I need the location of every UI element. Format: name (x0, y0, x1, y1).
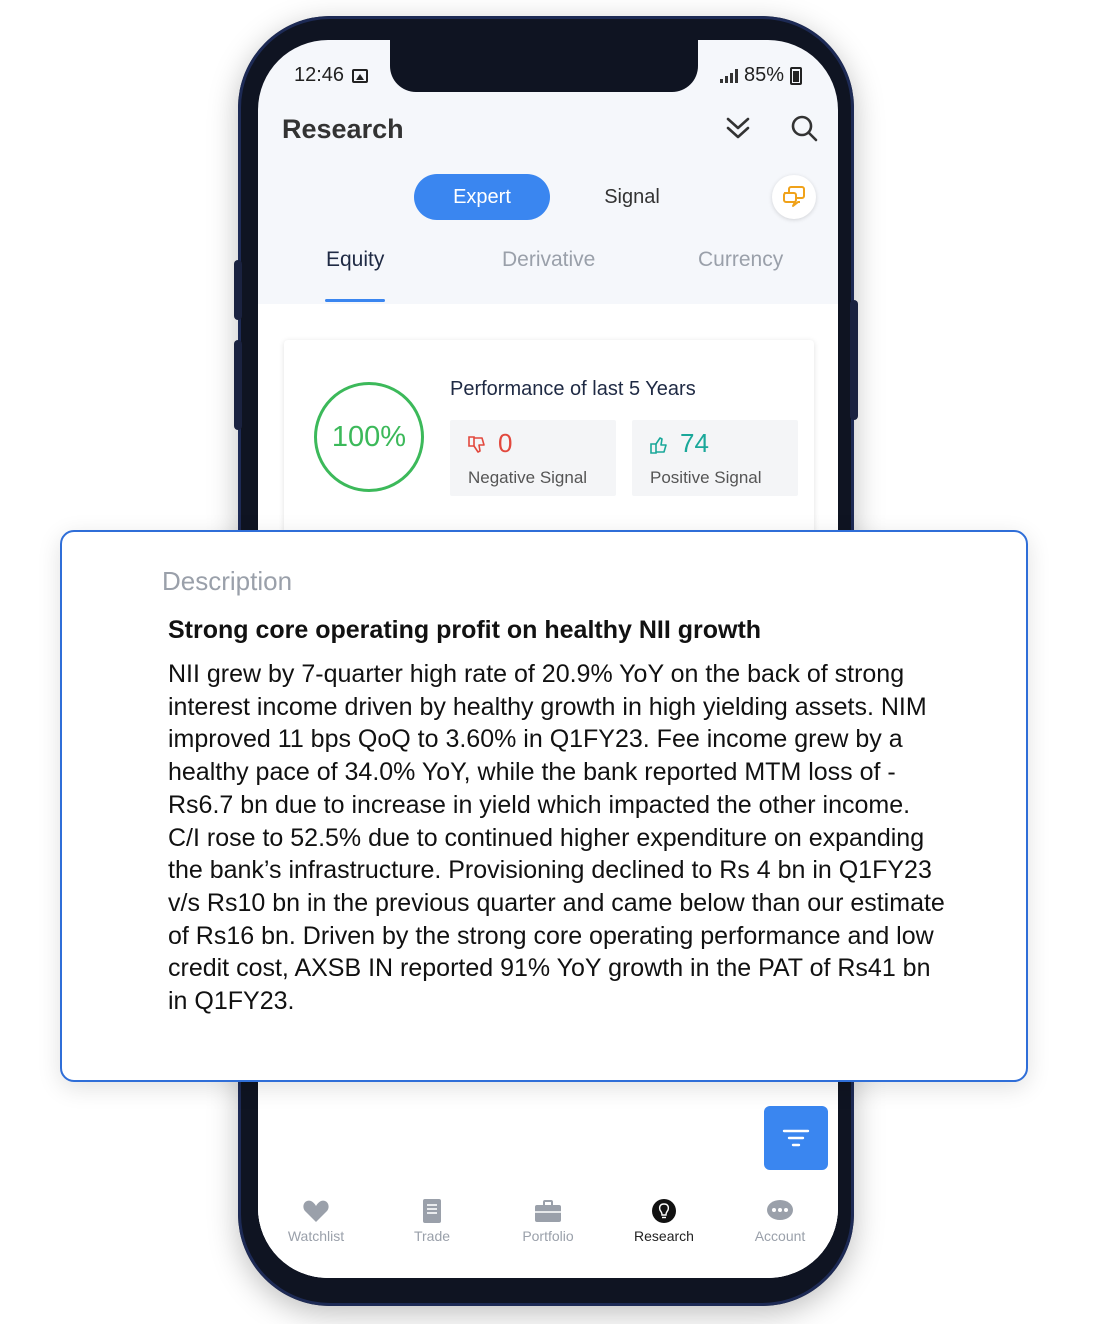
nav-trade-label: Trade (413, 1228, 451, 1244)
description-card: Description Strong core operating profit… (60, 530, 1028, 1082)
chat-icon (783, 186, 805, 207)
segment-expert[interactable]: Expert (414, 174, 550, 220)
battery-icon (790, 66, 802, 85)
double-chevron-down-icon[interactable] (722, 112, 754, 144)
description-heading: Strong core operating profit on healthy … (168, 616, 762, 644)
positive-signal-box[interactable]: 74 Positive Signal (632, 420, 798, 496)
app-header: Research (282, 110, 818, 150)
nav-account-label: Account (754, 1228, 806, 1244)
tab-equity[interactable]: Equity (326, 248, 384, 272)
negative-signal-label: Negative Signal (468, 468, 588, 487)
battery-percent: 85% (743, 64, 784, 86)
nav-trade[interactable]: Trade (382, 1198, 482, 1244)
page-title: Research (282, 114, 404, 144)
negative-signal-box[interactable]: 0 Negative Signal (450, 420, 616, 496)
chat-bubble-icon (767, 1200, 793, 1220)
filter-icon (782, 1129, 810, 1147)
performance-title: Performance of last 5 Years (450, 378, 696, 400)
negative-signal-count: 0 (498, 428, 513, 458)
nav-watchlist-label: Watchlist (287, 1228, 345, 1244)
filter-button[interactable] (764, 1106, 828, 1170)
thumbs-down-icon (468, 436, 485, 453)
bottom-navigation: Watchlist Trade Portfolio Research Accou… (258, 1182, 838, 1278)
positive-signal-label: Positive Signal (650, 468, 762, 487)
market-tabs: Equity Derivative Currency (258, 240, 838, 304)
segment-signal[interactable]: Signal (582, 174, 682, 220)
performance-card: 100% Performance of last 5 Years 0 Negat… (284, 340, 814, 540)
description-body: NII grew by 7-quarter high rate of 20.9%… (168, 660, 945, 1016)
nav-research-label: Research (634, 1228, 694, 1244)
chat-button[interactable] (772, 175, 816, 219)
side-button (234, 260, 242, 320)
description-label: Description (162, 566, 293, 596)
expert-signal-toggle: Expert Signal (414, 174, 714, 220)
heart-icon (303, 1200, 329, 1222)
thumbs-up-icon (650, 437, 667, 454)
nav-account[interactable]: Account (730, 1198, 830, 1244)
nav-portfolio[interactable]: Portfolio (498, 1198, 598, 1244)
briefcase-icon (535, 1200, 561, 1222)
active-tab-indicator (325, 299, 385, 302)
signal-strength-icon (719, 68, 738, 83)
status-time: 12:46 (294, 64, 345, 86)
nav-portfolio-label: Portfolio (522, 1228, 574, 1244)
search-icon[interactable] (788, 112, 820, 144)
nav-watchlist[interactable]: Watchlist (266, 1198, 366, 1244)
book-icon (423, 1199, 441, 1223)
side-button (234, 340, 242, 430)
lightbulb-icon (652, 1199, 676, 1223)
tab-currency[interactable]: Currency (698, 248, 783, 272)
positive-signal-count: 74 (680, 428, 709, 458)
status-bar: 12:46 85% (294, 64, 802, 90)
nav-research[interactable]: Research (614, 1198, 714, 1244)
side-button (850, 300, 858, 420)
image-notification-icon (352, 68, 369, 83)
accuracy-ring: 100% (314, 382, 424, 492)
stage: 12:46 85% Research Expert Signal Equity … (0, 0, 1114, 1324)
tab-derivative[interactable]: Derivative (502, 248, 595, 272)
accuracy-value: 100% (331, 420, 407, 453)
